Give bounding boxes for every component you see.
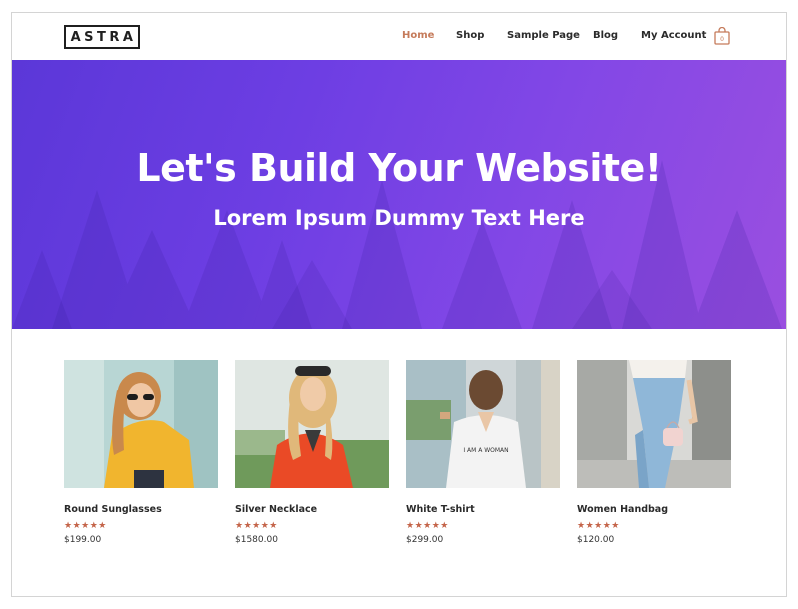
product-price: $299.00 — [406, 535, 444, 545]
product-price: $199.00 — [64, 535, 102, 545]
forest-silhouette — [12, 160, 782, 329]
main-nav: Home Shop Sample Page Blog My Account — [12, 13, 786, 60]
product-price: $120.00 — [577, 535, 615, 545]
product-name[interactable]: Round Sunglasses — [64, 504, 218, 515]
product-image-white-t-shirt[interactable]: I AM A WOMAN — [406, 360, 560, 488]
product-card[interactable]: Women Handbag ★★★★★ $120.00 — [577, 360, 731, 545]
nav-item-shop[interactable]: Shop — [456, 30, 484, 41]
hero-banner: Let's Build Your Website! Lorem Ipsum Du… — [12, 60, 786, 329]
shopping-bag-icon: 0 — [714, 26, 730, 45]
product-image-silver-necklace[interactable] — [235, 360, 389, 488]
nav-item-home[interactable]: Home — [402, 30, 434, 41]
product-card[interactable]: Round Sunglasses ★★★★★ $199.00 — [64, 360, 218, 545]
hero-subtitle: Lorem Ipsum Dummy Text Here — [213, 206, 585, 230]
product-card[interactable]: Silver Necklace ★★★★★ $1580.00 — [235, 360, 389, 545]
hero-title: Let's Build Your Website! — [136, 146, 662, 190]
site-header: ASTRA Home Shop Sample Page Blog My Acco… — [12, 13, 786, 60]
star-icon-rating: ★★★★★ — [577, 520, 620, 530]
nav-item-blog[interactable]: Blog — [593, 30, 618, 41]
star-icon-rating: ★★★★★ — [406, 520, 449, 530]
cart-button[interactable]: 0 — [714, 26, 730, 45]
svg-text:I AM A WOMAN: I AM A WOMAN — [463, 447, 508, 454]
product-name[interactable]: Women Handbag — [577, 504, 731, 515]
star-icon-rating: ★★★★★ — [64, 520, 107, 530]
product-name[interactable]: Silver Necklace — [235, 504, 389, 515]
product-price: $1580.00 — [235, 535, 278, 545]
site-frame: ASTRA Home Shop Sample Page Blog My Acco… — [11, 12, 787, 597]
product-card[interactable]: I AM A WOMAN White T-shirt ★★★★★ $299.00 — [406, 360, 560, 545]
star-icon-rating: ★★★★★ — [235, 520, 278, 530]
product-image-women-handbag[interactable] — [577, 360, 731, 488]
product-name[interactable]: White T-shirt — [406, 504, 560, 515]
cart-count: 0 — [720, 36, 724, 43]
product-image-round-sunglasses[interactable] — [64, 360, 218, 488]
nav-item-sample-page[interactable]: Sample Page — [507, 30, 580, 41]
nav-item-my-account[interactable]: My Account — [641, 30, 706, 41]
